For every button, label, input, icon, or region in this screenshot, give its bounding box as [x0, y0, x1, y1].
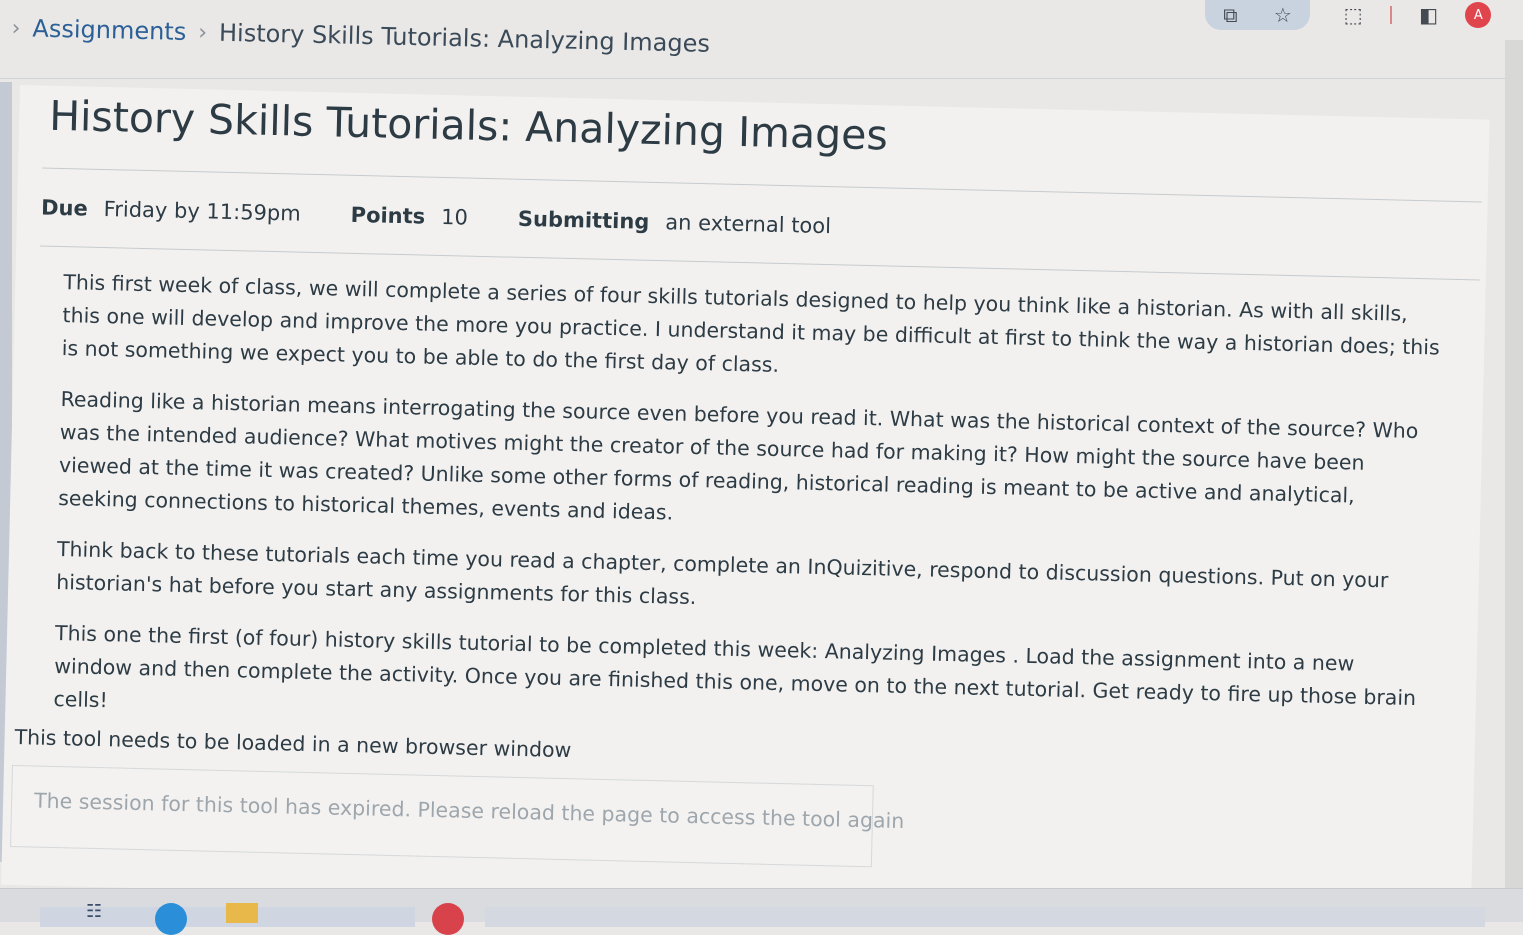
- task-view-icon[interactable]: ☷: [86, 903, 102, 921]
- external-tool-frame[interactable]: The session for this tool has expired. P…: [10, 764, 905, 868]
- assignment-description: This first week of class, we will comple…: [53, 266, 1443, 756]
- header-divider: [0, 78, 1523, 79]
- browser-app-icon[interactable]: [155, 903, 187, 935]
- chevron-right-icon: ›: [11, 15, 21, 41]
- profile-avatar[interactable]: A: [1465, 2, 1492, 28]
- due-value: Friday by 11:59pm: [103, 197, 302, 226]
- assignment-details: Due Friday by 11:59pm Points 10 Submitting…: [41, 196, 831, 239]
- description-paragraph: Reading like a historian means interroga…: [57, 387, 1419, 525]
- description-paragraph: This first week of class, we will comple…: [61, 270, 1440, 377]
- due-label: Due: [40, 195, 89, 221]
- browser-toolbar: ⧉ ☆: [1205, 0, 1310, 30]
- taskbar-panel: [485, 907, 1485, 927]
- app-icon[interactable]: [432, 903, 464, 935]
- folder-icon[interactable]: [226, 903, 258, 923]
- breadcrumb-current-page: History Skills Tutorials: Analyzing Imag…: [218, 18, 711, 58]
- tool-expired-message: The session for this tool has expired. P…: [33, 788, 905, 834]
- browser-extensions: ⬚ ◧ A: [1330, 0, 1505, 30]
- description-paragraph: This one the first (of four) history ski…: [53, 620, 1417, 713]
- description-paragraph: Think back to these tutorials each time …: [56, 537, 1389, 610]
- cast-icon[interactable]: ⧉: [1223, 5, 1237, 25]
- points-value: 10: [440, 204, 469, 230]
- extension-icon[interactable]: ⬚: [1344, 5, 1363, 25]
- scrollbar-track[interactable]: [1505, 40, 1523, 921]
- page-title: History Skills Tutorials: Analyzing Imag…: [48, 91, 889, 160]
- breadcrumb-link-assignments[interactable]: Assignments: [32, 14, 186, 45]
- submitting-value: an external tool: [665, 210, 832, 239]
- side-panel-icon[interactable]: ◧: [1419, 5, 1438, 25]
- submission-type: Submitting an external tool: [518, 207, 832, 238]
- title-divider: [42, 167, 1482, 203]
- toolbar-divider: [1389, 6, 1392, 24]
- taskbar: ☷: [0, 888, 1523, 935]
- points: Points 10: [350, 203, 468, 230]
- chevron-right-icon: ›: [197, 19, 208, 45]
- due-date: Due Friday by 11:59pm: [41, 196, 301, 226]
- assignment-content: History Skills Tutorials: Analyzing Imag…: [1, 85, 1490, 920]
- star-icon[interactable]: ☆: [1274, 5, 1292, 25]
- submitting-label: Submitting: [517, 206, 650, 234]
- breadcrumb: › Assignments › History Skills Tutorials…: [11, 14, 711, 58]
- points-label: Points: [350, 202, 426, 229]
